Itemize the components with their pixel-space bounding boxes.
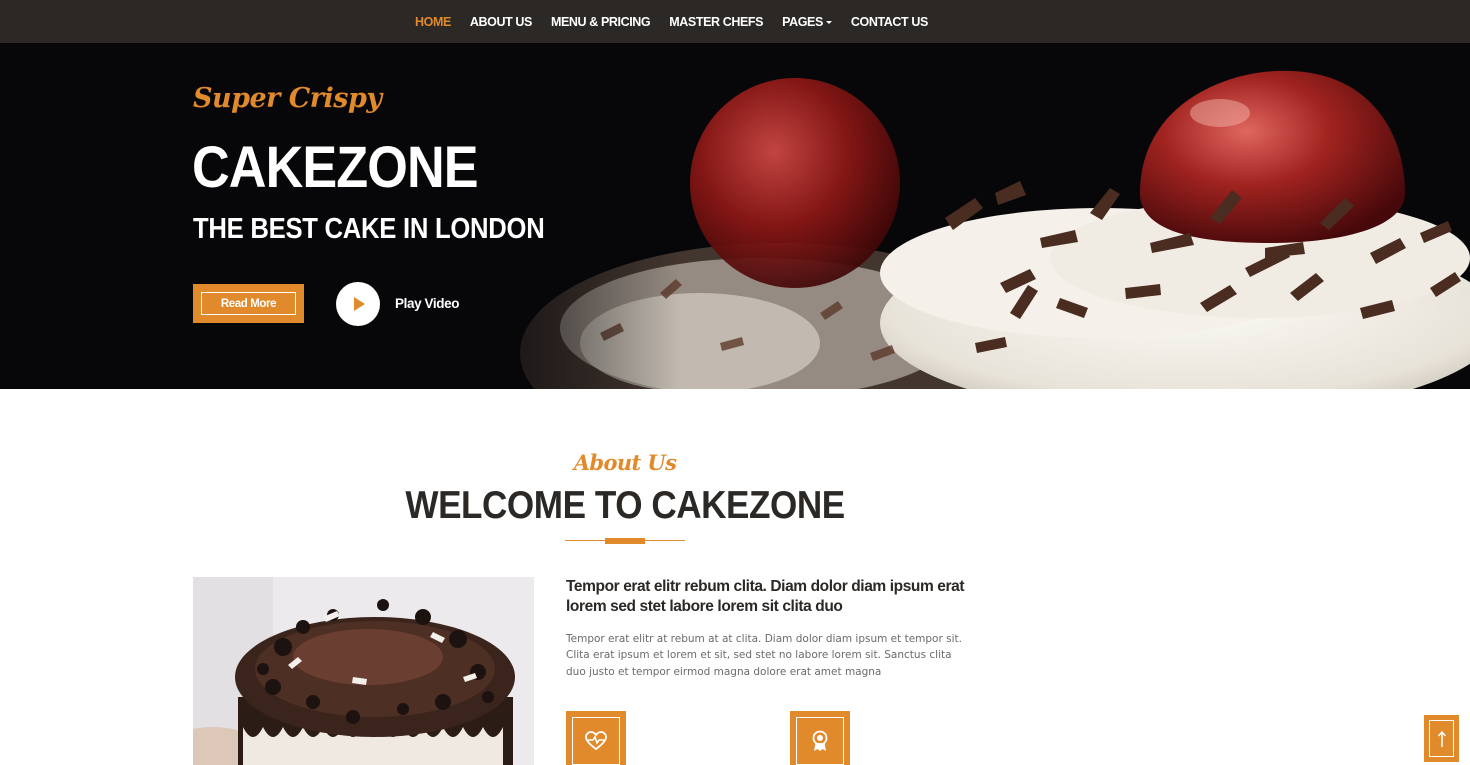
- cake-photo-illustration: [193, 577, 534, 765]
- back-to-top-frame: [1429, 720, 1454, 757]
- play-video-label[interactable]: Play Video: [395, 296, 459, 311]
- heartbeat-icon: [585, 731, 607, 751]
- play-video-button[interactable]: [336, 282, 380, 326]
- feature-award-frame: [796, 717, 844, 765]
- award-icon: [812, 730, 828, 751]
- navbar: HOME ABOUT US MENU & PRICING MASTER CHEF…: [0, 0, 1470, 43]
- about-cake-image: [193, 577, 534, 765]
- nav-item-master-chefs[interactable]: MASTER CHEFS: [669, 15, 763, 29]
- title-divider-accent: [605, 538, 645, 544]
- hero-title: CAKEZONE: [192, 135, 479, 200]
- hero-subtitle: THE BEST CAKE IN LONDON: [193, 213, 545, 245]
- nav-links: HOME ABOUT US MENU & PRICING MASTER CHEF…: [415, 0, 947, 43]
- about-body-text: Tempor erat elitr at rebum at at clita. …: [566, 633, 962, 678]
- back-to-top-button[interactable]: [1424, 715, 1459, 762]
- nav-item-menu-pricing[interactable]: MENU & PRICING: [551, 15, 651, 29]
- nav-item-contact-us[interactable]: CONTACT US: [851, 15, 928, 29]
- about-title: WELCOME TO CAKEZONE: [0, 484, 1250, 528]
- nav-item-home[interactable]: HOME: [415, 15, 451, 29]
- about-title-text: WELCOME TO CAKEZONE: [405, 484, 845, 527]
- hero-banner: Super Crispy CAKEZONE THE BEST CAKE IN L…: [0, 43, 1470, 389]
- feature-heartbeat-frame: [572, 717, 620, 765]
- hero-tagline: Super Crispy: [193, 83, 382, 114]
- nav-item-about-us[interactable]: ABOUT US: [470, 15, 532, 29]
- arrow-up-icon: [1437, 730, 1446, 747]
- feature-heartbeat: [566, 711, 626, 765]
- about-section-label: About Us: [573, 450, 677, 475]
- play-icon: [354, 297, 365, 311]
- nav-item-pages-label: PAGES: [782, 14, 823, 29]
- about-lead-text: Tempor erat elitr rebum clita. Diam dolo…: [566, 578, 965, 615]
- caret-down-icon: [825, 20, 832, 24]
- feature-award: [790, 711, 850, 765]
- read-more-label: Read More: [201, 292, 296, 315]
- read-more-button[interactable]: Read More: [193, 284, 304, 323]
- nav-item-pages[interactable]: PAGES: [782, 15, 832, 29]
